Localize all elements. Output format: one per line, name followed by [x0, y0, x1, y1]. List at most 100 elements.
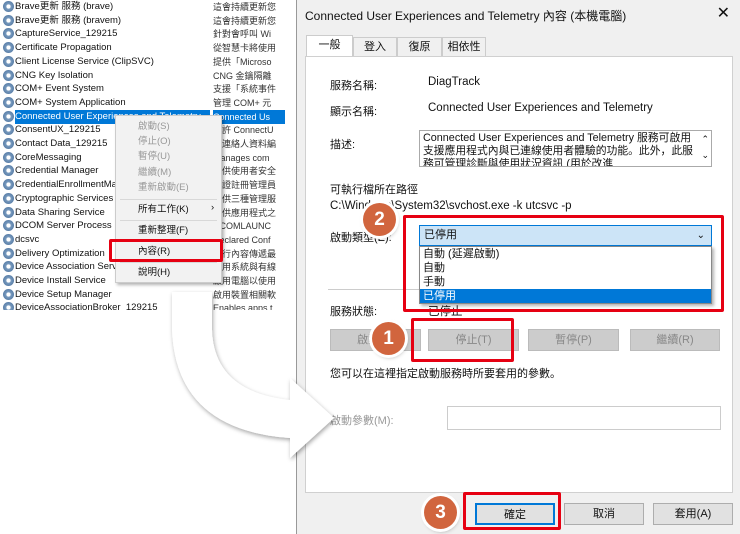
menu-divider — [120, 220, 217, 221]
service-description: DCOMLAUNC — [213, 221, 272, 232]
service-description: 提供使用者安全 — [213, 166, 277, 177]
service-description: CNG 金鑰隔離 — [213, 70, 272, 81]
description-label: 描述: — [330, 139, 356, 151]
service-row[interactable]: Client License Service (ClipSVC) 提供「Micro… — [0, 55, 296, 69]
dialog-title: Connected User Experiences and Telemetry… — [305, 9, 627, 23]
cancel-button[interactable]: 取消 — [564, 503, 644, 525]
params-input[interactable] — [447, 406, 721, 430]
service-row[interactable]: Certificate Propagation 從智慧卡將使用 — [0, 41, 296, 55]
step-badge-2: 2 — [363, 203, 396, 236]
gear-icon — [3, 247, 14, 259]
menu-refresh[interactable]: 重新整理(F) — [138, 222, 218, 240]
service-description: 從智慧卡將使用 — [213, 43, 277, 54]
gear-icon — [3, 151, 14, 163]
params-label: 啟動參數(M): — [330, 415, 394, 427]
gear-icon — [3, 83, 14, 95]
display-name-value: Connected User Experiences and Telemetry — [428, 102, 653, 114]
gear-icon — [3, 110, 14, 122]
gear-icon — [3, 96, 14, 108]
close-icon[interactable]: ✕ — [717, 3, 730, 23]
status-label: 服務狀態: — [330, 306, 378, 318]
menu-divider — [120, 199, 217, 200]
gear-icon — [3, 69, 14, 81]
service-description: 支援「系統事件 — [213, 84, 277, 95]
tab-logon[interactable]: 登入 — [353, 37, 397, 56]
service-description: 執行內容傳遞最 — [213, 248, 277, 259]
gear-icon — [3, 138, 14, 149]
gear-icon — [3, 302, 14, 310]
service-description: 這會持續更新您 — [213, 15, 277, 26]
gear-icon — [3, 28, 14, 40]
step-badge-3: 3 — [424, 496, 457, 529]
gear-icon — [3, 233, 14, 245]
service-name: Certificate Propagation — [15, 42, 112, 54]
service-description: 提供應用程式之 — [213, 207, 277, 218]
service-name-label: 服務名稱: — [330, 80, 378, 92]
chevron-right-icon: › — [211, 202, 215, 213]
menu-all-tasks[interactable]: 所有工作(K) — [138, 201, 218, 219]
service-description: 憑證註冊管理員 — [213, 180, 277, 191]
service-row[interactable]: DeviceAssociationBroker_129215 Enables ap… — [0, 301, 296, 310]
menu-divider — [120, 262, 217, 263]
gear-icon — [3, 179, 14, 191]
gear-icon — [3, 288, 14, 300]
gear-icon — [3, 124, 14, 136]
service-row[interactable]: CaptureService_129215 針對會呼叫 Wi — [0, 27, 296, 41]
tab-recovery[interactable]: 復原 — [397, 37, 442, 56]
description-text: Connected User Experiences and Telemetry… — [423, 132, 693, 167]
gear-icon — [3, 1, 14, 12]
service-row[interactable]: COM+ Event System 支援「系統事件 — [0, 82, 296, 96]
service-name-value: DiagTrack — [428, 76, 480, 88]
step-badge-1: 1 — [372, 322, 405, 355]
gear-icon — [3, 192, 14, 204]
service-description: 為連絡人資料編 — [213, 139, 277, 149]
service-name: DeviceAssociationBroker_129215 — [15, 302, 158, 310]
service-description: 啟用電腦以使用 — [213, 276, 277, 286]
service-description: 提供三種管理服 — [213, 193, 277, 204]
tab-general[interactable]: 一般 — [306, 35, 353, 56]
service-name: CaptureService_129215 — [15, 28, 118, 40]
description-box[interactable]: Connected User Experiences and Telemetry… — [419, 130, 712, 167]
highlight-properties — [109, 239, 223, 262]
gear-icon — [3, 14, 14, 26]
service-description: 這會持續更新您 — [213, 2, 277, 12]
service-description: Connected Us — [213, 109, 285, 124]
resume-button[interactable]: 繼續(R) — [630, 329, 720, 351]
service-row[interactable]: COM+ System Application 管理 COM+ 元 — [0, 96, 296, 110]
gear-icon — [3, 206, 14, 218]
service-name: Brave更新 服務 (brave) — [15, 1, 114, 12]
service-description: 提供「Microso — [213, 56, 272, 67]
gear-icon — [3, 220, 14, 232]
service-name: Client License Service (ClipSVC) — [15, 55, 154, 67]
gear-icon — [3, 42, 14, 54]
service-name: CNG Key Isolation — [15, 69, 94, 81]
scroll-arrows-icon[interactable]: ⌃ ⌄ — [701, 131, 709, 163]
service-description: 管理 COM+ 元 — [213, 97, 272, 108]
menu-help[interactable]: 說明(H) — [138, 264, 218, 282]
service-description: Enables apps t — [213, 303, 273, 310]
service-description: Manages com — [213, 152, 270, 163]
gear-icon — [3, 55, 14, 67]
service-name: COM+ System Application — [15, 96, 126, 108]
service-row[interactable]: Brave更新 服務 (brave) 這會持續更新您 — [0, 0, 296, 14]
service-description: 啟用系統與有線 — [213, 262, 277, 273]
service-name: Brave更新 服務 (bravem) — [15, 14, 122, 26]
menu-restart[interactable]: 重新啟動(E) — [138, 179, 218, 197]
service-name: Device Setup Manager — [15, 288, 112, 300]
service-description: 允許 ConnectU — [213, 125, 274, 136]
service-description: Declared Conf — [213, 234, 271, 245]
tab-dependencies[interactable]: 相依性 — [442, 37, 486, 56]
highlight-startup-type — [403, 215, 724, 312]
apply-button[interactable]: 套用(A) — [653, 503, 733, 525]
gear-icon — [3, 261, 14, 273]
params-hint: 您可以在這裡指定啟動服務時所要套用的參數。 — [330, 368, 561, 380]
display-name-label: 顯示名稱: — [330, 106, 378, 118]
service-description: 針對會呼叫 Wi — [213, 29, 271, 40]
service-name: COM+ Event System — [15, 83, 104, 95]
highlight-stop-button — [411, 318, 514, 362]
service-row[interactable]: Device Setup Manager 啟用裝置相關軟 — [0, 288, 296, 302]
pause-button[interactable]: 暫停(P) — [528, 329, 619, 351]
service-row[interactable]: Brave更新 服務 (bravem) 這會持續更新您 — [0, 14, 296, 28]
service-row[interactable]: CNG Key Isolation CNG 金鑰隔離 — [0, 69, 296, 83]
path-label: 可執行檔所在路徑 — [330, 184, 418, 196]
